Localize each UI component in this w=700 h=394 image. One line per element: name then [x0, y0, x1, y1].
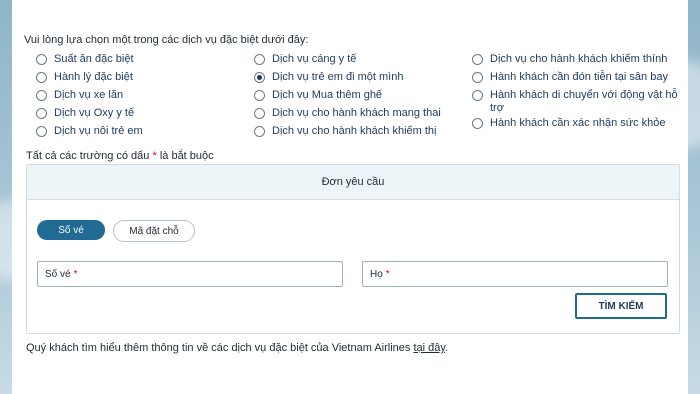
radio-checked-icon[interactable] [254, 72, 265, 83]
search-button[interactable]: TÌM KIẾM [575, 293, 667, 319]
service-option-medical-clearance[interactable]: Hành khách cần xác nhận sức khỏe [472, 117, 680, 135]
service-column-1: Suất ăn đặc biệt Hành lý đặc biệt Dịch v… [36, 53, 143, 143]
service-option-extra-seat[interactable]: Dịch vụ Mua thêm ghế [254, 89, 441, 107]
service-option-bassinet[interactable]: Dịch vụ nôi trẻ em [36, 125, 143, 143]
service-option-visually-impaired[interactable]: Dịch vụ cho hành khách khiếm thị [254, 125, 441, 143]
radio-icon[interactable] [36, 108, 47, 119]
service-option-service-animal[interactable]: Hành khách di chuyển với động vật hỗ trợ [472, 89, 680, 117]
radio-icon[interactable] [254, 90, 265, 101]
last-name-input[interactable]: Họ * [362, 261, 668, 287]
service-option-stretcher[interactable]: Dịch vụ cáng y tế [254, 53, 441, 71]
service-intro: Vui lòng lựa chọn một trong các dịch vụ … [24, 34, 309, 46]
required-star: * [385, 268, 390, 280]
service-option-special-meal[interactable]: Suất ăn đặc biệt [36, 53, 143, 71]
footer-info: Quý khách tìm hiểu thêm thông tin về các… [26, 342, 449, 354]
service-option-wheelchair[interactable]: Dịch vụ xe lăn [36, 89, 143, 107]
service-column-3: Dịch vụ cho hành khách khiếm thính Hành … [472, 53, 680, 135]
radio-icon[interactable] [472, 72, 483, 83]
radio-icon[interactable] [36, 54, 47, 65]
service-option-unaccompanied-minor[interactable]: Dịch vụ trẻ em đi một mình [254, 71, 441, 89]
service-option-pregnant[interactable]: Dịch vụ cho hành khách mang thai [254, 107, 441, 125]
request-form-title: Đơn yêu cầu [27, 165, 679, 200]
service-column-2: Dịch vụ cáng y tế Dịch vụ trẻ em đi một … [254, 53, 441, 143]
radio-icon[interactable] [472, 90, 483, 101]
radio-icon[interactable] [254, 126, 265, 137]
ticket-number-input[interactable]: Số vé * [37, 261, 343, 287]
required-star: * [73, 268, 78, 280]
tab-ticket-number[interactable]: Số vé [37, 220, 105, 240]
radio-icon[interactable] [254, 108, 265, 119]
service-option-special-baggage[interactable]: Hành lý đặc biệt [36, 71, 143, 89]
radio-icon[interactable] [36, 72, 47, 83]
service-option-airport-meet-assist[interactable]: Hành khách cần đón tiễn tại sân bay [472, 71, 680, 89]
radio-icon[interactable] [36, 90, 47, 101]
more-info-link[interactable]: tại đây [413, 342, 445, 354]
radio-icon[interactable] [36, 126, 47, 137]
radio-icon[interactable] [472, 118, 483, 129]
radio-icon[interactable] [254, 54, 265, 65]
service-option-medical-oxygen[interactable]: Dịch vụ Oxy y tế [36, 107, 143, 125]
radio-icon[interactable] [472, 54, 483, 65]
required-star: * [152, 150, 157, 162]
service-option-hearing-impaired[interactable]: Dịch vụ cho hành khách khiếm thính [472, 53, 680, 71]
required-fields-note: Tất cả các trường có dấu * là bắt buộc [26, 150, 214, 162]
tab-booking-code[interactable]: Mã đặt chỗ [113, 220, 195, 242]
request-form-panel: Đơn yêu cầu Số vé Mã đặt chỗ Số vé * Họ * … [26, 164, 680, 334]
